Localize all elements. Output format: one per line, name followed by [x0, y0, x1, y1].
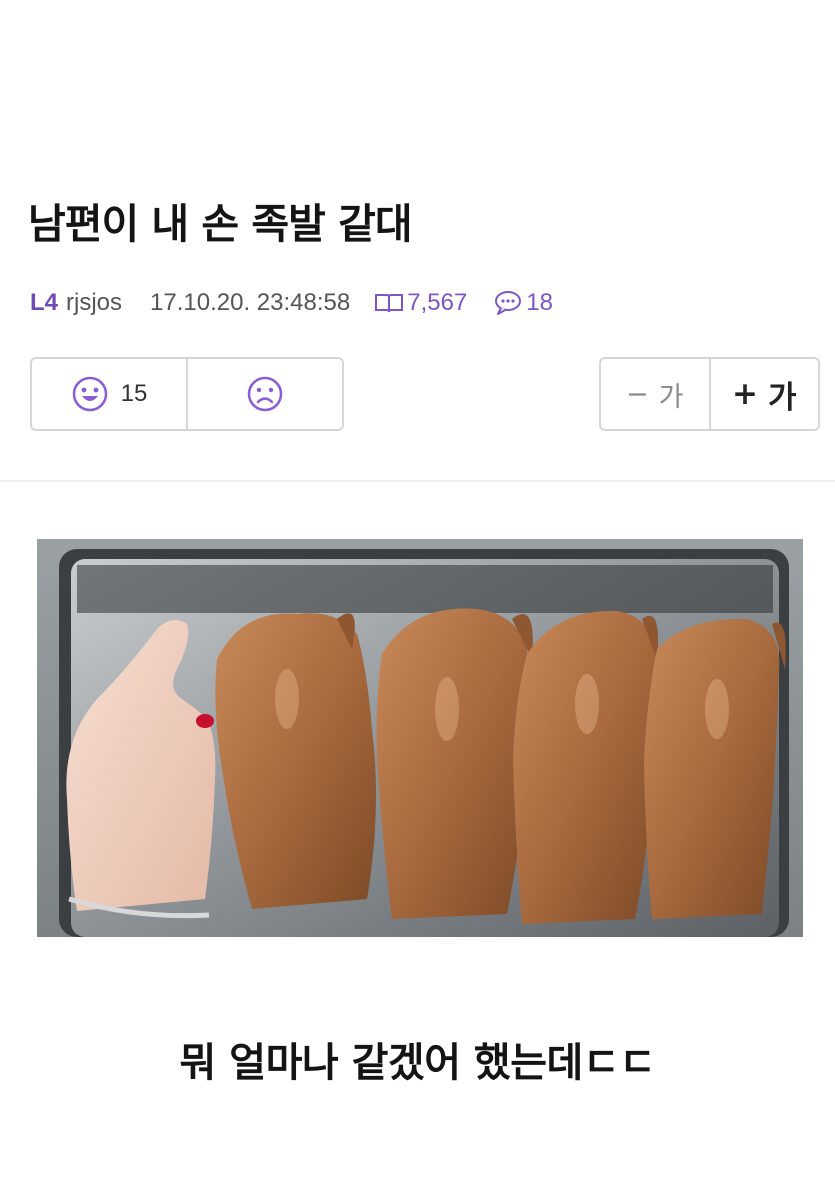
font-increase-label: 가	[767, 379, 797, 416]
comment-count[interactable]: 18	[493, 289, 553, 317]
view-count-value: 7,567	[407, 289, 468, 316]
section-divider	[0, 480, 835, 482]
like-button[interactable]: 15	[32, 359, 186, 429]
font-decrease-label: 가	[658, 381, 684, 413]
like-count: 15	[120, 380, 148, 407]
post-image	[37, 539, 803, 937]
post-meta: L4 rjsjos 17.10.20. 23:48:58 7,567 18	[30, 286, 553, 320]
frown-face-icon	[247, 376, 283, 412]
speech-bubble-icon	[495, 291, 522, 315]
vote-box: 15	[30, 357, 344, 431]
view-count: 7,567	[374, 289, 467, 317]
plus-icon: +	[731, 376, 758, 412]
post-datetime: 17.10.20. 23:48:58	[150, 289, 351, 316]
dislike-button[interactable]	[186, 359, 342, 429]
font-decrease-button[interactable]: − 가	[601, 359, 709, 429]
book-icon	[375, 294, 404, 313]
font-size-control: − 가 + 가	[599, 357, 820, 431]
minus-icon: −	[626, 378, 649, 410]
smile-face-icon	[72, 376, 107, 412]
font-increase-button[interactable]: + 가	[708, 359, 819, 429]
author-level-badge: L4	[30, 289, 59, 316]
post-caption: 뭐 얼마나 같겠어 했는데ㄷㄷ	[179, 1040, 656, 1086]
post-title: 남편이 내 손 족발 같대	[28, 200, 413, 248]
comment-count-value: 18	[526, 289, 553, 316]
author-name[interactable]: rjsjos	[66, 289, 122, 317]
